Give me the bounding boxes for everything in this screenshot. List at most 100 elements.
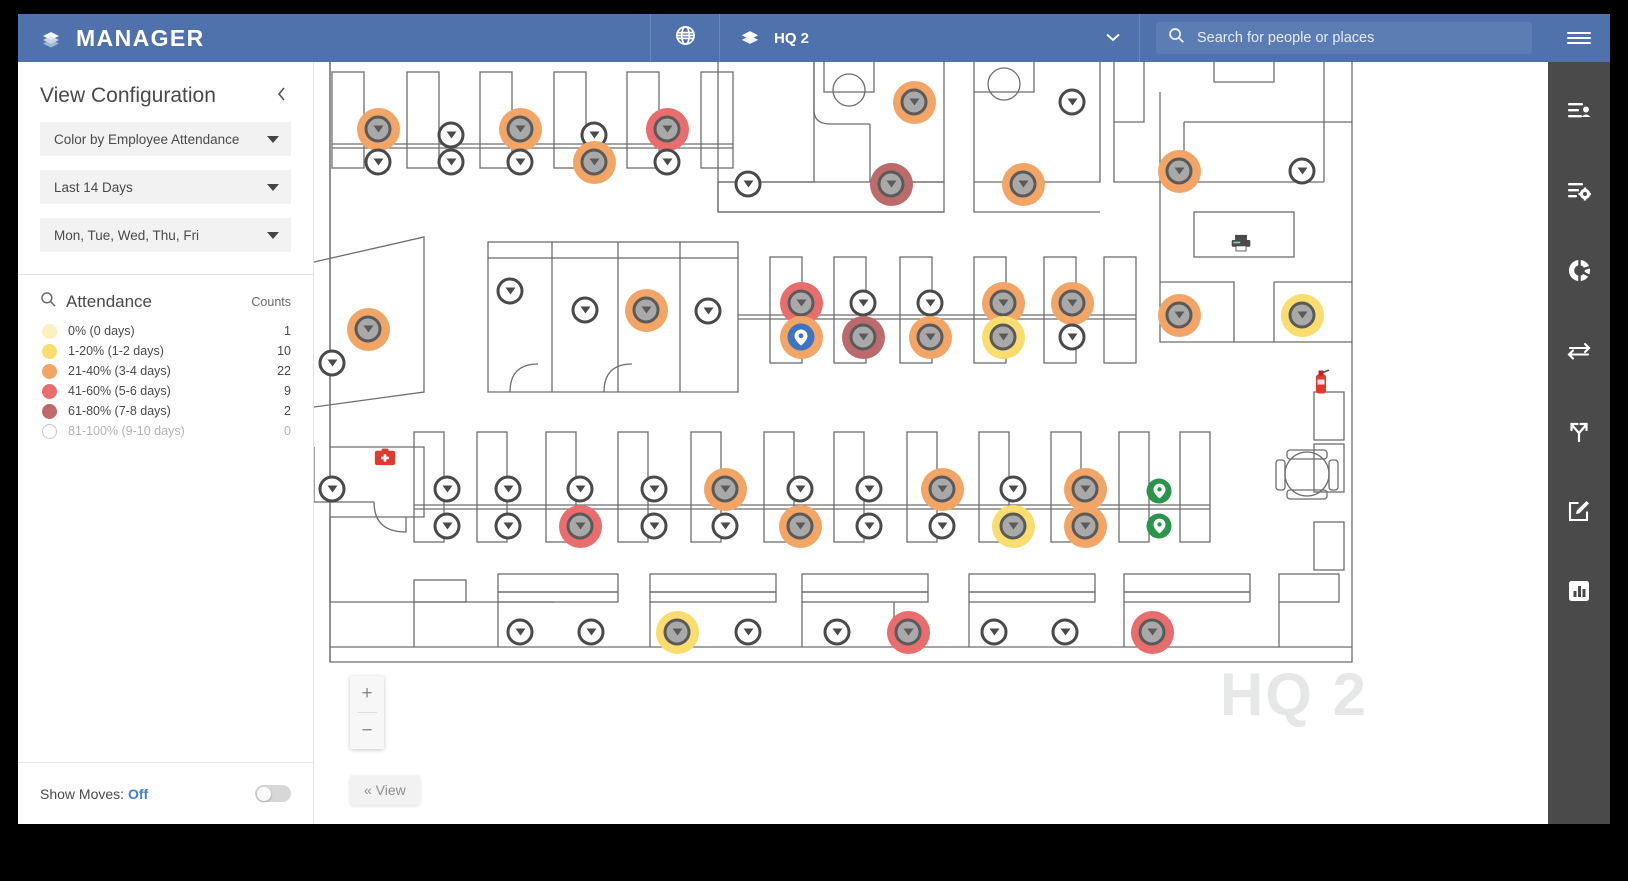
color-by-select[interactable]: Color by Employee Attendance xyxy=(40,122,291,156)
map-marker[interactable] xyxy=(1051,618,1079,646)
map-marker[interactable] xyxy=(786,475,814,503)
map-marker[interactable] xyxy=(981,281,1025,325)
map-marker[interactable] xyxy=(734,170,762,198)
map-marker[interactable] xyxy=(496,277,524,305)
legend-row[interactable]: 0% (0 days) 1 xyxy=(18,321,313,341)
map-marker[interactable] xyxy=(928,512,956,540)
rail-button-people[interactable] xyxy=(1548,82,1610,144)
legend-row[interactable]: 81-100% (9-10 days) 0 xyxy=(18,421,313,441)
map-marker[interactable] xyxy=(1288,157,1316,185)
map-marker[interactable] xyxy=(841,315,885,359)
floor-plan-map[interactable]: HQ 2 + − « View xyxy=(314,62,1460,824)
map-marker[interactable] xyxy=(506,148,534,176)
zoom-in-button[interactable]: + xyxy=(350,676,384,712)
map-marker[interactable] xyxy=(855,475,883,503)
map-marker[interactable] xyxy=(571,296,599,324)
map-marker[interactable] xyxy=(779,315,823,359)
map-marker[interactable] xyxy=(886,610,930,654)
map-marker[interactable] xyxy=(823,618,851,646)
map-marker[interactable] xyxy=(869,162,913,206)
map-marker[interactable] xyxy=(1063,467,1107,511)
legend-title: Attendance xyxy=(66,292,153,311)
map-marker[interactable] xyxy=(655,610,699,654)
map-marker[interactable] xyxy=(577,618,605,646)
map-marker[interactable] xyxy=(1157,149,1201,193)
map-marker[interactable] xyxy=(364,148,392,176)
map-marker[interactable] xyxy=(1157,293,1201,337)
map-marker[interactable] xyxy=(558,504,602,548)
map-marker[interactable] xyxy=(981,315,1025,359)
map-marker[interactable] xyxy=(1146,513,1172,539)
date-range-select[interactable]: Last 14 Days xyxy=(40,170,291,204)
collapse-panel-button[interactable] xyxy=(277,86,293,107)
map-marker[interactable] xyxy=(1146,478,1172,504)
map-marker[interactable] xyxy=(640,475,668,503)
map-marker[interactable] xyxy=(624,288,668,332)
legend-row[interactable]: 1-20% (1-2 days) 10 xyxy=(18,341,313,361)
legend-row[interactable]: 61-80% (7-8 days) 2 xyxy=(18,401,313,421)
rail-button-list-settings[interactable] xyxy=(1548,162,1610,224)
map-marker[interactable] xyxy=(920,467,964,511)
main-menu-button[interactable] xyxy=(1548,14,1610,62)
zoom-out-button[interactable]: − xyxy=(350,713,384,749)
rail-button-moves[interactable] xyxy=(1548,322,1610,384)
map-marker[interactable] xyxy=(980,618,1008,646)
map-marker[interactable] xyxy=(572,140,616,184)
chevron-down-icon xyxy=(662,158,672,166)
map-marker[interactable] xyxy=(849,289,877,317)
map-marker[interactable] xyxy=(991,504,1035,548)
printer-icon[interactable] xyxy=(1230,230,1252,255)
map-marker[interactable] xyxy=(433,475,461,503)
map-marker[interactable] xyxy=(778,504,822,548)
map-marker[interactable] xyxy=(437,148,465,176)
rail-button-edit[interactable] xyxy=(1548,482,1610,544)
rail-button-scenarios[interactable] xyxy=(1548,402,1610,464)
search-icon[interactable] xyxy=(40,291,57,313)
map-marker[interactable] xyxy=(494,475,522,503)
weekdays-select[interactable]: Mon, Tue, Wed, Thu, Fri xyxy=(40,218,291,252)
map-marker[interactable] xyxy=(640,512,668,540)
map-marker[interactable] xyxy=(1058,323,1086,351)
map-marker[interactable] xyxy=(779,281,823,325)
map-marker[interactable] xyxy=(694,297,722,325)
map-marker[interactable] xyxy=(999,475,1027,503)
map-marker[interactable] xyxy=(734,618,762,646)
map-marker[interactable] xyxy=(1130,610,1174,654)
globe-button[interactable] xyxy=(650,14,720,62)
map-marker[interactable] xyxy=(1280,293,1324,337)
map-marker[interactable] xyxy=(356,107,400,151)
map-marker[interactable] xyxy=(566,475,594,503)
desk-marker xyxy=(711,512,739,540)
map-marker[interactable] xyxy=(498,107,542,151)
map-marker[interactable] xyxy=(346,307,390,351)
show-moves-toggle[interactable] xyxy=(255,785,291,802)
rail-button-reports[interactable] xyxy=(1548,562,1610,624)
fire-extinguisher-icon[interactable] xyxy=(1310,369,1332,395)
map-marker[interactable] xyxy=(1050,281,1094,325)
search-input[interactable]: Search for people or places xyxy=(1156,22,1532,54)
first-aid-kit-icon[interactable] xyxy=(374,445,396,470)
map-marker[interactable] xyxy=(433,512,461,540)
floor-selector[interactable]: HQ 2 xyxy=(720,14,1140,62)
map-marker[interactable] xyxy=(703,467,747,511)
map-marker[interactable] xyxy=(711,512,739,540)
legend-row[interactable]: 41-60% (5-6 days) 9 xyxy=(18,381,313,401)
map-marker[interactable] xyxy=(437,121,465,149)
map-marker[interactable] xyxy=(1063,504,1107,548)
legend-row[interactable]: 21-40% (3-4 days) 22 xyxy=(18,361,313,381)
map-marker[interactable] xyxy=(318,349,346,377)
floor-selector-chevron[interactable] xyxy=(1090,14,1136,62)
map-marker[interactable] xyxy=(645,107,689,151)
view-toggle-button[interactable]: « View xyxy=(350,775,420,805)
map-marker[interactable] xyxy=(506,618,534,646)
map-marker[interactable] xyxy=(494,512,522,540)
rail-button-utilization[interactable] xyxy=(1548,242,1610,304)
map-marker[interactable] xyxy=(855,512,883,540)
map-marker[interactable] xyxy=(908,315,952,359)
map-marker[interactable] xyxy=(1058,88,1086,116)
map-marker[interactable] xyxy=(1001,162,1045,206)
map-marker[interactable] xyxy=(318,475,346,503)
map-marker[interactable] xyxy=(653,148,681,176)
map-marker[interactable] xyxy=(892,80,936,124)
map-marker[interactable] xyxy=(916,289,944,317)
